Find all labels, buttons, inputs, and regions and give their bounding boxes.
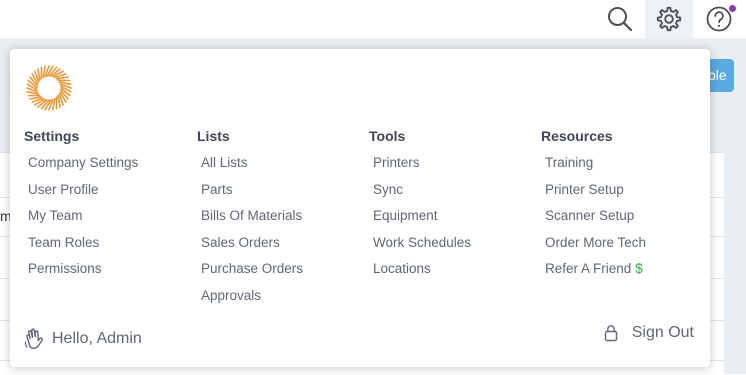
menu-item-training[interactable]: Training (541, 150, 711, 177)
lock-icon (604, 324, 618, 342)
logo-ray (57, 77, 68, 79)
menu-item-order-more-tech[interactable]: Order More Tech (541, 230, 711, 257)
waving-hand-icon (24, 328, 44, 350)
menu-item-team-roles[interactable]: Team Roles (24, 230, 194, 257)
column-title-lists: Lists (197, 127, 367, 147)
sign-out-label: Sign Out (632, 324, 694, 342)
logo-ray (58, 96, 60, 107)
search-button[interactable] (596, 0, 644, 38)
menu-item-refer-a-friend[interactable]: Refer A Friend $ (541, 256, 711, 283)
menu-item-bills-of-materials[interactable]: Bills Of Materials (197, 203, 367, 230)
logo-ray (38, 69, 40, 80)
settings-button[interactable] (645, 0, 693, 38)
menu-item-company-settings[interactable]: Company Settings (24, 150, 194, 177)
menu-item-printers[interactable]: Printers (369, 150, 539, 177)
top-bar (0, 0, 746, 38)
menu-column-settings: Settings Company Settings User Profile M… (24, 127, 194, 283)
dollar-icon: $ (635, 261, 643, 276)
settings-dropdown-menu: Settings Company Settings User Profile M… (10, 49, 710, 367)
menu-item-locations[interactable]: Locations (369, 256, 539, 283)
menu-item-printer-setup[interactable]: Printer Setup (541, 177, 711, 204)
gear-outline (658, 8, 680, 30)
menu-item-sync[interactable]: Sync (369, 177, 539, 204)
notification-dot (729, 5, 736, 12)
menu-column-tools: Tools Printers Sync Equipment Work Sched… (369, 127, 539, 283)
column-title-tools: Tools (369, 127, 539, 147)
greeting-text: Hello, Admin (52, 330, 142, 348)
refer-a-friend-label: Refer A Friend (545, 261, 631, 276)
greeting: Hello, Admin (24, 327, 142, 351)
menu-column-lists: Lists All Lists Parts Bills Of Materials… (197, 127, 367, 309)
menu-item-all-lists[interactable]: All Lists (197, 150, 367, 177)
menu-item-permissions[interactable]: Permissions (24, 256, 194, 283)
menu-item-approvals[interactable]: Approvals (197, 283, 367, 310)
menu-column-resources: Resources Training Printer Setup Scanner… (541, 127, 711, 283)
gear-icon (656, 6, 682, 32)
logo-ray (30, 97, 41, 99)
menu-item-work-schedules[interactable]: Work Schedules (369, 230, 539, 257)
sunburst-logo (26, 65, 72, 111)
menu-item-my-team[interactable]: My Team (24, 203, 194, 230)
help-button[interactable] (695, 0, 743, 38)
menu-item-sales-orders[interactable]: Sales Orders (197, 230, 367, 257)
column-title-settings: Settings (24, 127, 194, 147)
menu-item-purchase-orders[interactable]: Purchase Orders (197, 256, 367, 283)
search-icon (607, 6, 633, 32)
menu-item-equipment[interactable]: Equipment (369, 203, 539, 230)
menu-item-user-profile[interactable]: User Profile (24, 177, 194, 204)
column-title-resources: Resources (541, 127, 711, 147)
menu-item-parts[interactable]: Parts (197, 177, 367, 204)
menu-item-scanner-setup[interactable]: Scanner Setup (541, 203, 711, 230)
sign-out-button[interactable]: Sign Out (604, 321, 694, 345)
